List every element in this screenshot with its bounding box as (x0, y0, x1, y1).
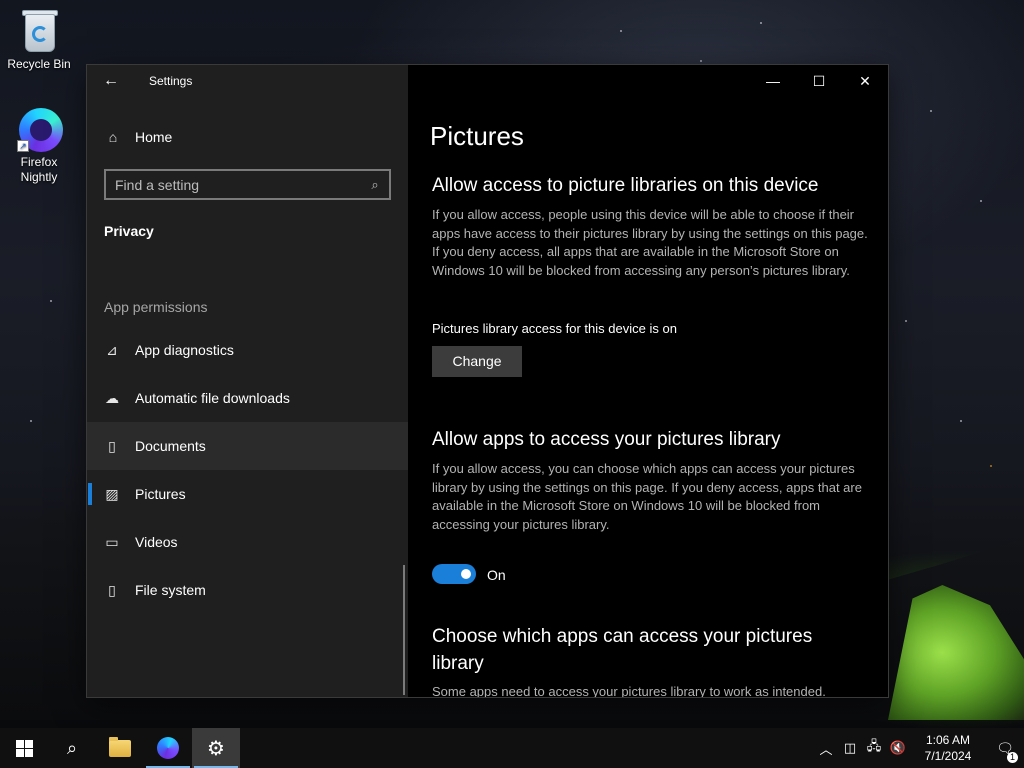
windows-logo-icon (15, 739, 33, 757)
title-bar[interactable]: ← Settings (87, 65, 408, 97)
picture-icon: ▨ (105, 485, 119, 502)
search-icon[interactable]: ⌕ (361, 177, 389, 193)
folder-icon (109, 736, 131, 757)
search-icon: ⌕ (66, 737, 78, 758)
sidebar-item-file-system[interactable]: ▯ File system (87, 566, 408, 614)
toggle-state-label: On (487, 567, 506, 583)
change-button[interactable]: Change (432, 346, 522, 377)
group-heading: App permissions (104, 299, 208, 315)
desktop-icon-label: Firefox Nightly (20, 155, 58, 184)
content-pane: — ☐ ✕ Pictures Allow access to picture l… (408, 65, 888, 697)
desktop-icon-recycle-bin[interactable]: Recycle Bin (1, 8, 77, 72)
taskbar-firefox-nightly[interactable] (144, 728, 192, 768)
document-icon: ▯ (108, 437, 116, 454)
star (960, 420, 962, 422)
taskbar: ⌕ ⚙ ︿ ◫ 🖧 🔇 1:06 AM 7/1/2024 🗨 1 (0, 728, 1024, 768)
clock-time: 1:06 AM (925, 733, 971, 747)
access-status-text: Pictures library access for this device … (432, 321, 677, 336)
sidebar-item-documents[interactable]: ▯ Documents (87, 422, 408, 470)
star (980, 200, 982, 202)
star (905, 320, 907, 322)
network-icon[interactable]: 🖧 (862, 737, 886, 759)
clock-date: 7/1/2024 (924, 749, 972, 763)
sidebar-item-label: Videos (135, 534, 178, 550)
sidebar-item-label: Automatic file downloads (135, 390, 290, 406)
window-title: Settings (149, 74, 193, 88)
sidebar-item-label: Pictures (135, 486, 186, 502)
selection-indicator (88, 483, 92, 505)
section1-heading: Allow access to picture libraries on thi… (432, 175, 819, 196)
notification-center-button[interactable]: 🗨 1 (986, 740, 1024, 763)
home-icon: ⌂ (108, 129, 118, 145)
star (760, 22, 762, 24)
section1-description: If you allow access, people using this d… (432, 207, 868, 278)
close-button[interactable]: ✕ (842, 65, 888, 97)
nav-home[interactable]: ⌂ Home (87, 117, 408, 157)
minimize-button[interactable]: — (750, 65, 796, 97)
maximize-button[interactable]: ☐ (796, 65, 842, 97)
section3-description: Some apps need to access your pictures l… (432, 684, 826, 697)
caption-buttons: — ☐ ✕ (750, 65, 888, 97)
system-tray: ︿ ◫ 🖧 🔇 1:06 AM 7/1/2024 🗨 1 (814, 728, 1024, 768)
sidebar-scrollbar[interactable] (403, 565, 405, 695)
page-title: Pictures (430, 121, 524, 151)
section2-heading: Allow apps to access your pictures libra… (432, 429, 781, 450)
star (930, 110, 932, 112)
firefox-nightly-icon: ↗ (17, 106, 63, 152)
taskbar-file-explorer[interactable] (96, 728, 144, 768)
firefox-nightly-icon (157, 737, 179, 759)
chart-icon: ⊿ (106, 341, 118, 358)
settings-window: ← Settings ⌂ Home ⌕ Privacy App permissi… (87, 65, 888, 697)
video-icon: ▭ (105, 533, 119, 550)
cloud-icon: ☁ (105, 389, 119, 406)
start-button[interactable] (0, 728, 48, 768)
file-icon: ▯ (108, 581, 116, 598)
sidebar-item-label: App diagnostics (135, 342, 234, 358)
star (50, 300, 52, 302)
meet-now-icon[interactable]: ◫ (838, 740, 862, 756)
sidebar-item-automatic-file-downloads[interactable]: ☁ Automatic file downloads (87, 374, 408, 422)
star (620, 30, 622, 32)
star (990, 465, 992, 467)
taskbar-search-button[interactable]: ⌕ (48, 728, 96, 768)
recycle-bin-icon (17, 8, 61, 54)
desktop-icon-label: Recycle Bin (7, 57, 71, 71)
sidebar-item-label: File system (135, 582, 206, 598)
sidebar-item-app-diagnostics[interactable]: ⊿ App diagnostics (87, 326, 408, 374)
gear-icon: ⚙ (207, 737, 225, 760)
chevron-up-icon[interactable]: ︿ (814, 739, 838, 758)
clock[interactable]: 1:06 AM 7/1/2024 (918, 732, 978, 764)
nav-list: ⊿ App diagnostics ☁ Automatic file downl… (87, 326, 408, 614)
back-arrow-icon[interactable]: ← (103, 72, 123, 90)
search-input[interactable] (106, 176, 361, 193)
app-access-toggle[interactable] (432, 564, 476, 584)
toggle-knob (461, 569, 471, 579)
section-heading: Privacy (104, 223, 154, 239)
star (700, 60, 702, 62)
star (30, 420, 32, 422)
taskbar-settings[interactable]: ⚙ (192, 728, 240, 768)
desktop-icon-firefox-nightly[interactable]: ↗ Firefox Nightly (1, 106, 77, 185)
search-box[interactable]: ⌕ (104, 169, 391, 200)
sidebar-item-pictures[interactable]: ▨ Pictures (87, 470, 408, 518)
section2-description: If you allow access, you can choose whic… (432, 461, 862, 532)
volume-muted-icon[interactable]: 🔇 (886, 740, 910, 756)
settings-sidebar: ← Settings ⌂ Home ⌕ Privacy App permissi… (87, 65, 408, 697)
nav-home-label: Home (135, 129, 173, 145)
sidebar-item-label: Documents (135, 438, 206, 454)
sidebar-item-videos[interactable]: ▭ Videos (87, 518, 408, 566)
notification-count: 1 (1007, 751, 1018, 763)
section3-heading: Choose which apps can access your pictur… (432, 626, 813, 674)
